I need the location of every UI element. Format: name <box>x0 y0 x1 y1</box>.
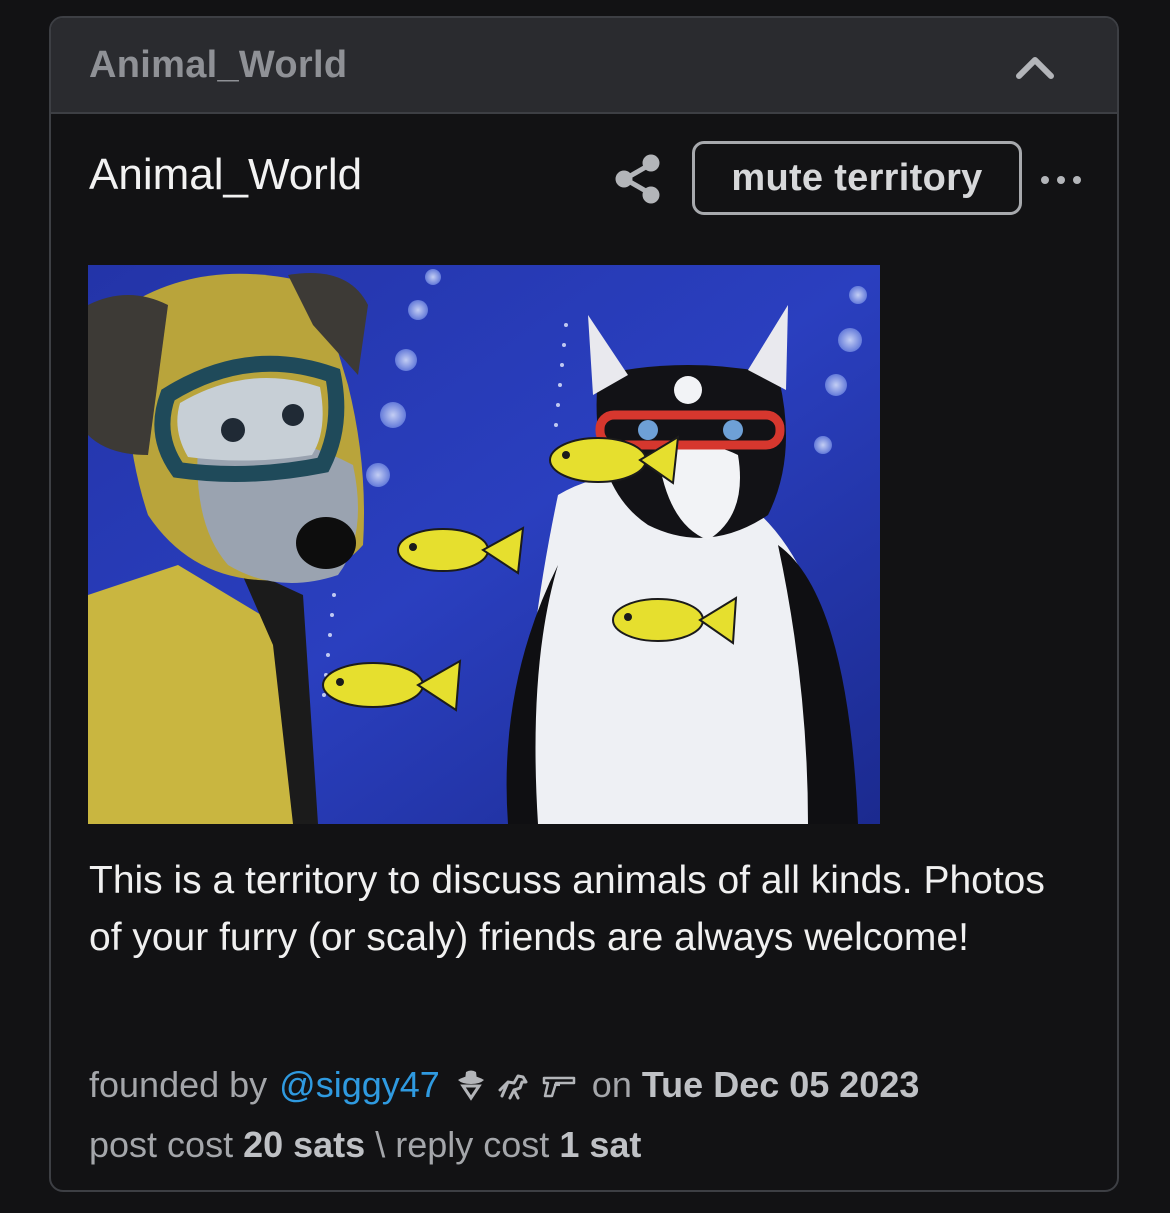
horse-icon <box>498 1074 528 1100</box>
post-cost-value: 20 sats <box>243 1124 366 1165</box>
founded-date: Tue Dec 05 2023 <box>641 1064 920 1105</box>
mute-territory-button[interactable]: mute territory <box>692 141 1022 215</box>
cowboy-hat-icon <box>457 1070 484 1101</box>
post-cost-label: post cost <box>89 1124 234 1165</box>
more-horizontal-icon[interactable] <box>1039 168 1083 192</box>
gun-icon <box>542 1076 576 1098</box>
share-icon[interactable] <box>611 152 665 206</box>
reply-cost-label: reply cost <box>395 1124 550 1165</box>
founder-link[interactable]: @siggy47 <box>279 1064 440 1106</box>
territory-description: This is a territory to discuss animals o… <box>89 859 1045 959</box>
card-header-title: Animal_World <box>89 44 348 86</box>
card-header[interactable]: Animal_World <box>51 18 1117 114</box>
founded-by-line: founded by @siggy47 on Tue Dec 05 2023 <box>89 1064 919 1106</box>
chevron-up-icon[interactable] <box>1015 52 1055 82</box>
founder-badges <box>454 1068 578 1102</box>
territory-name: Animal_World <box>89 150 363 199</box>
territory-card: Animal_World Animal_World mute territory <box>49 16 1119 1192</box>
territory-image <box>88 265 880 824</box>
reply-cost-value: 1 sat <box>559 1124 642 1165</box>
founded-label: founded by <box>89 1064 268 1105</box>
cost-line: post cost 20 sats \ reply cost 1 sat <box>89 1124 641 1166</box>
cost-separator: \ <box>375 1124 386 1165</box>
on-label: on <box>591 1064 632 1105</box>
